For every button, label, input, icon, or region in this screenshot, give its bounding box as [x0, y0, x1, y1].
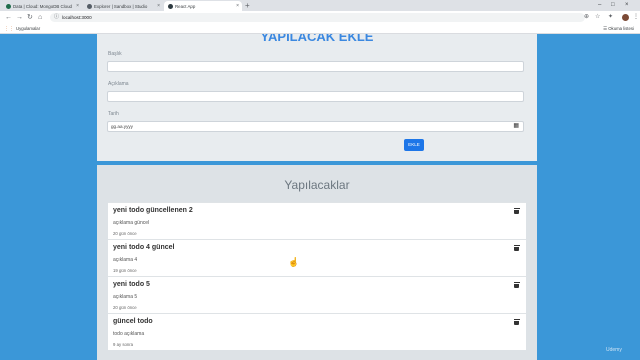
maximize-icon[interactable]: □	[611, 0, 615, 10]
apps-label: Uygulamalar	[16, 26, 41, 31]
date-label: Tarih	[108, 111, 119, 117]
home-icon[interactable]: ⌂	[38, 12, 42, 23]
todo-title: yeni todo 5	[113, 281, 150, 288]
trash-icon[interactable]	[513, 319, 520, 325]
tab-title: React App	[175, 3, 196, 9]
todo-item: yeni todo 4 güncel açıklama 4 19 gün önc…	[108, 239, 526, 276]
date-placeholder: gg.aa.yyyy	[111, 124, 133, 129]
profile-avatar[interactable]	[622, 14, 629, 21]
todo-description: açıklama güncel	[113, 220, 150, 226]
todo-date: 19 gün önce	[113, 268, 137, 273]
tab-title: Explorer | Sandbox | Studio	[94, 3, 148, 9]
browser-tab-studio[interactable]: Explorer | Sandbox | Studio ×	[83, 1, 163, 11]
calendar-icon[interactable]: ▦	[513, 122, 519, 131]
mouse-cursor-icon: ☝	[288, 257, 300, 267]
todo-list-title: Yapılacaklar	[284, 178, 350, 192]
reading-list-bookmark[interactable]: ☰ Okuma listesi	[603, 25, 634, 32]
url-text: localhost:3000	[62, 15, 92, 20]
menu-icon[interactable]: ⋮	[633, 13, 639, 22]
todo-list-card: Yapılacaklar yeni todo güncellenen 2 açı…	[97, 165, 537, 360]
app-page: YAPILACAK EKLE Başlık Açıklama Tarih gg.…	[0, 34, 640, 360]
todo-date: 20 gün önce	[113, 305, 137, 310]
add-todo-title: YAPILACAK EKLE	[260, 34, 374, 44]
udemy-watermark: Udemy	[606, 347, 622, 353]
forward-icon[interactable]: →	[16, 12, 23, 23]
todo-title: güncel todo	[113, 318, 153, 325]
title-label: Başlık	[108, 51, 122, 57]
todo-title: yeni todo güncellenen 2	[113, 207, 193, 214]
extension-icon[interactable]: ✦	[608, 13, 613, 22]
todo-description: açıklama 5	[113, 294, 138, 300]
mongodb-favicon-icon	[6, 3, 11, 9]
todo-title: yeni todo 4 güncel	[113, 244, 175, 251]
todo-item: yeni todo güncellenen 2 açıklama güncel …	[108, 202, 526, 239]
close-tab-icon[interactable]: ×	[76, 3, 79, 9]
react-favicon-icon	[168, 3, 173, 9]
close-tab-icon[interactable]: ×	[236, 3, 239, 9]
close-tab-icon[interactable]: ×	[157, 3, 160, 9]
minimize-icon[interactable]: –	[598, 0, 601, 10]
bookmark-star-icon[interactable]: ☆	[595, 13, 600, 22]
description-label: Açıklama	[108, 81, 129, 87]
browser-tab-strip: Data | Cloud: MongoDB Cloud × Explorer |…	[0, 0, 640, 11]
zoom-icon[interactable]: ⊕	[584, 13, 589, 22]
todo-item: güncel todo todo açıklama 9 ay sonra	[108, 313, 526, 350]
todo-description: açıklama 4	[113, 257, 138, 263]
todo-date: 9 ay sonra	[113, 342, 134, 347]
apps-bookmark[interactable]: ⋮⋮ Uygulamalar	[4, 25, 40, 33]
apps-grid-icon: ⋮⋮	[4, 26, 14, 32]
add-button[interactable]: EKLE	[404, 139, 424, 151]
title-input[interactable]	[107, 61, 524, 72]
add-todo-card: YAPILACAK EKLE Başlık Açıklama Tarih gg.…	[97, 34, 537, 161]
reload-icon[interactable]: ↻	[27, 12, 33, 23]
description-input[interactable]	[107, 91, 524, 102]
todo-item: yeni todo 5 açıklama 5 20 gün önce	[108, 276, 526, 313]
back-icon[interactable]: ←	[5, 12, 12, 23]
address-bar: ← → ↻ ⌂ ⓘ localhost:3000 ⊕ ☆ ✦ ⋮	[0, 11, 640, 24]
trash-icon[interactable]	[513, 245, 520, 251]
info-icon[interactable]: ⓘ	[54, 13, 59, 22]
window-close-icon[interactable]: ×	[625, 0, 629, 10]
bookmarks-bar: ⋮⋮ Uygulamalar ☰ Okuma listesi	[0, 24, 640, 34]
browser-tab-mongodb[interactable]: Data | Cloud: MongoDB Cloud ×	[2, 1, 82, 11]
todo-description: todo açıklama	[113, 331, 145, 337]
trash-icon[interactable]	[513, 282, 520, 288]
tab-title: Data | Cloud: MongoDB Cloud	[13, 3, 72, 9]
new-tab-icon[interactable]: +	[245, 1, 250, 10]
url-input[interactable]: ⓘ localhost:3000	[50, 13, 585, 22]
reading-list-label: Okuma listesi	[608, 26, 634, 31]
date-input[interactable]: gg.aa.yyyy ▦	[107, 121, 524, 132]
browser-tab-react-app[interactable]: React App ×	[164, 1, 242, 11]
todo-date: 20 gün önce	[113, 231, 137, 236]
studio-favicon-icon	[87, 3, 92, 9]
trash-icon[interactable]	[513, 208, 520, 214]
